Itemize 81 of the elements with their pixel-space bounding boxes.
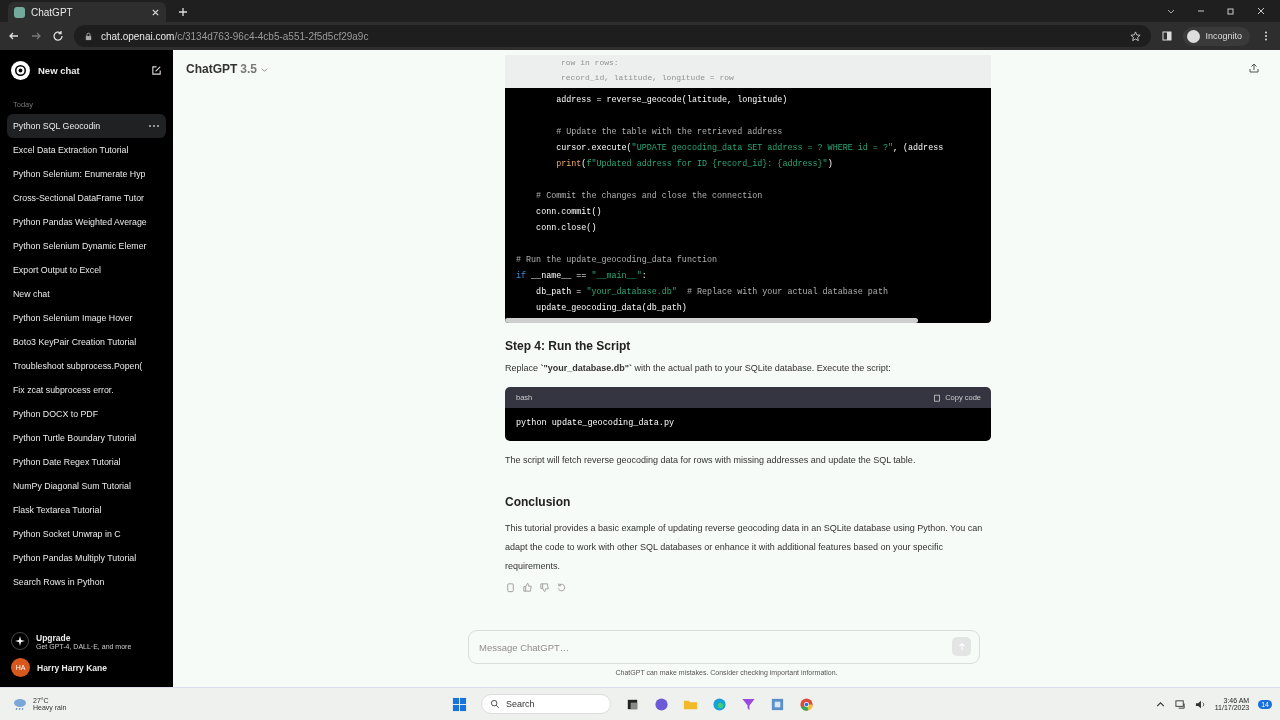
code-line: record_id, latitude, longitude = row [560,73,735,84]
chat-history-item[interactable]: Python Selenium Dynamic Elemer [7,234,166,258]
code-text: "UPDATE geocoding_data SET address = ? WHERE id = ?" [631,143,893,153]
windows-icon[interactable] [452,696,467,712]
section-heading: Step 4: Run the Script [505,339,632,353]
chat-history-item[interactable]: Python Socket Unwrap in C [7,522,166,546]
new-tab-icon[interactable] [178,7,188,17]
forward-icon[interactable] [30,30,42,42]
code-text: update_geocoding_data(db_path) [535,303,687,313]
chat-history-item[interactable]: Excel Data Extraction Tutorial [7,138,166,162]
clipboard-icon [933,393,942,402]
code-text: conn.close() [535,223,597,233]
message-input[interactable]: Message ChatGPT… [468,630,980,664]
chat-history-item[interactable]: Troubleshoot subprocess.Popen( [7,354,166,378]
sidebar-icon[interactable] [1161,30,1174,42]
more-icon[interactable] [148,124,160,128]
search-icon [490,699,500,709]
code-line: row in rows: [560,58,620,69]
browser-tab[interactable]: ChatGPT [8,2,166,22]
code-text: cursor.execute( [555,143,632,153]
code-text: conn.commit() [535,207,602,217]
code-text: ( [581,159,587,169]
logo [11,60,30,80]
scrollbar[interactable] [505,318,918,323]
section-heading: Conclusion [505,495,572,509]
reload-icon[interactable] [52,30,64,42]
code-text: , (address [892,143,944,153]
paragraph: Replace `"your_database.db"` with the actual path to your SQLite database. Execute the script: [505,363,892,373]
code-text: # Run the update_geocoding_data function [516,255,718,265]
arrow-up-icon [956,641,967,652]
network-icon[interactable] [1174,698,1186,710]
thumbs-down-icon[interactable] [539,582,550,593]
code-text: __name__ == [530,271,588,281]
new-chat-button[interactable]: New chat [7,54,166,86]
chat-history-item[interactable]: Boto3 KeyPair Creation Tutorial [7,330,166,354]
chat-history-item[interactable]: Python Pandas Multiply Tutorial [7,546,166,570]
chat-history-item[interactable]: Python Turtle Boundary Tutorial [7,426,166,450]
chat-history-item[interactable]: Python Selenium Image Hover [7,306,166,330]
tab-title: ChatGPT [31,6,74,18]
chat-history-item[interactable]: Python SQL Geocodin [7,114,166,138]
chat-history-item[interactable]: New chat [7,282,166,306]
funnel-icon[interactable] [741,696,756,712]
close-icon[interactable] [151,7,160,17]
sparkle-icon [11,632,29,650]
code-text: print [555,159,582,169]
back-icon[interactable] [8,30,20,42]
code-text: # Update the table with the retrieved address [555,127,783,137]
incognito-badge[interactable]: Incognito [1183,26,1250,46]
code-text: # Replace with your actual database path [685,287,888,297]
paragraph: This tutorial provides a basic example of updating reverse geocoding data in an SQLite database using Python. You can adapt the code to work with other SQL databases or enhance it with additional features based on your specific requirements. [505,522,984,573]
close-icon[interactable] [1256,6,1266,16]
app-icon[interactable] [770,696,785,712]
cloud-rain-icon[interactable] [12,696,28,712]
code-text: : [641,271,647,281]
paragraph: The script will fetch reverse geocoding data for rows with missing addresses and update the SQL table. [505,455,917,465]
chat-history-item[interactable]: NumPy Diagonal Sum Tutorial [7,474,166,498]
chat-history-item[interactable]: Export Output to Excel [7,258,166,282]
chat-history-item[interactable]: Cross-Sectional DataFrame Tutor [7,186,166,210]
model-selector[interactable]: ChatGPT 3.5 [173,50,505,88]
chat-history-item[interactable]: Python Selenium: Enumerate Hyp [7,162,166,186]
code-text: if [516,271,527,281]
restore-icon[interactable] [1226,6,1236,16]
code-text: ) [827,159,833,169]
speaker-icon[interactable] [1194,698,1206,710]
chat-history-item[interactable]: Flask Textarea Tutorial [7,498,166,522]
code-text: db_path = [535,287,583,297]
code-text: "__main__" [591,271,642,281]
chat-history-item[interactable]: Python Pandas Weighted Average [7,210,166,234]
chat-history-item[interactable]: Search Rows in Python [7,570,166,594]
address-bar[interactable]: chat.openai.com/c/3134d763-96c4-4cb5-a551-2f5d5cf29a9c [74,25,1152,47]
search-field[interactable]: Search [481,694,611,714]
chat-history-item[interactable]: Fix zcat subprocess error. [7,378,166,402]
code-text: address = reverse_geocode(latitude, longitude) [555,95,788,105]
chat-history-item[interactable]: Python Date Regex Tutorial [7,450,166,474]
code-text: f"Updated address for ID {record_id}: {address}" [586,159,828,169]
chat-history-item[interactable]: Python DOCX to PDF [7,402,166,426]
code-text: "your_database.db" [586,287,677,297]
edit-icon[interactable] [151,64,162,76]
thumbs-up-icon[interactable] [522,582,533,593]
share-icon[interactable] [1248,62,1260,74]
code-text: # Commit the changes and close the connection [535,191,763,201]
